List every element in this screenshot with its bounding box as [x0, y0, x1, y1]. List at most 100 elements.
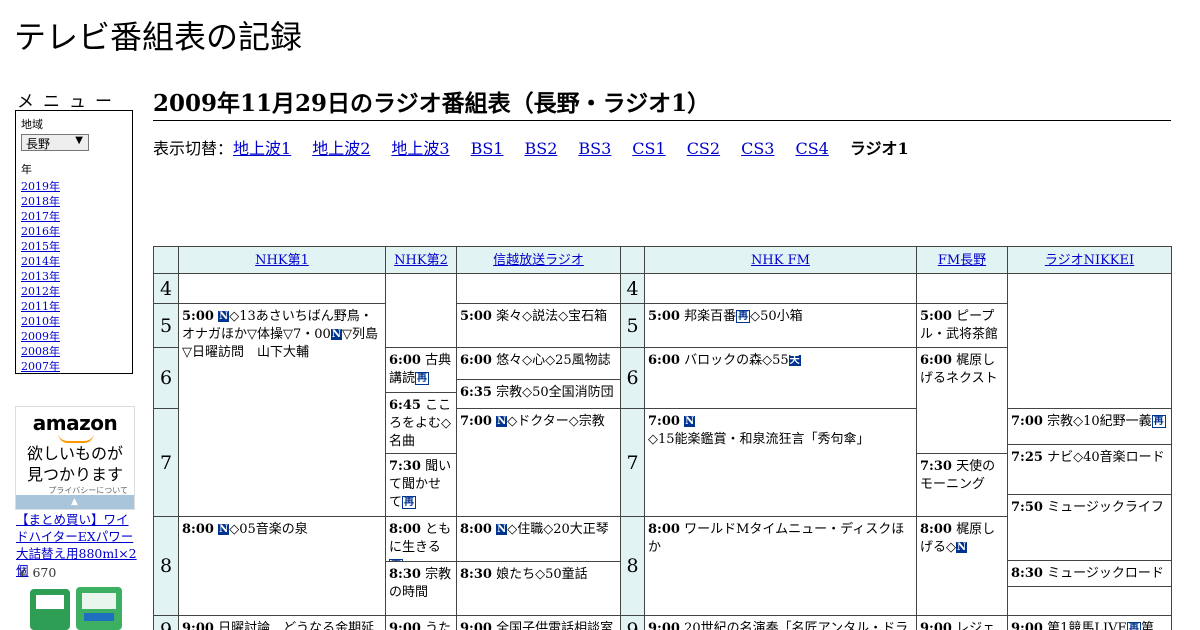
program-cell[interactable]: 7:00 N◇ドクター◇宗教 [456, 408, 621, 517]
year-link[interactable]: 2017年 [21, 210, 60, 223]
news-icon: N [496, 524, 508, 535]
news-icon: N [330, 329, 342, 340]
program-cell[interactable]: 6:00 古典講読再 [385, 347, 457, 393]
year-link[interactable]: 2010年 [21, 315, 60, 328]
year-item: 2016年 [21, 224, 127, 239]
switch-link-bs1[interactable]: BS1 [471, 139, 504, 158]
switch-link-cs1[interactable]: CS1 [632, 139, 665, 158]
program-cell[interactable]: 7:00 宗教◇10紀野一義再 [1007, 408, 1172, 445]
news-icon: N [218, 311, 230, 322]
program-cell[interactable]: 9:00 20世紀の名演奏「名匠アンタル・ドラテ [644, 615, 917, 630]
program-cell[interactable]: 8:00 ワールドMタイムニュー・ディスクほか [644, 516, 917, 616]
hour-label: 6 [153, 347, 179, 409]
year-link[interactable]: 2015年 [21, 240, 60, 253]
switch-link-cs4[interactable]: CS4 [795, 139, 828, 158]
program-title: ◇15能楽鑑賞・和泉流狂言「秀句傘」 [648, 432, 870, 447]
year-link[interactable]: 2012年 [21, 285, 60, 298]
program-cell[interactable]: 7:50 ミュージックライフ [1007, 494, 1172, 561]
hour-label: 4 [620, 273, 645, 304]
channel-link-fmnagano[interactable]: FM長野 [938, 253, 986, 268]
year-link[interactable]: 2018年 [21, 195, 60, 208]
program-cell[interactable]: 7:30 天使のモーニング [916, 453, 1008, 517]
chevron-down-icon: ▼ [75, 135, 83, 146]
weather-icon: 天 [788, 355, 801, 366]
channel-link-sbc[interactable]: 信越放送ラジオ [493, 253, 584, 268]
year-link[interactable]: 2016年 [21, 225, 60, 238]
program-time: 8:00 [920, 522, 952, 537]
program-cell[interactable]: 6:35 宗教◇50全国消防団 [456, 379, 621, 409]
channel-header: NHK第1 [178, 246, 386, 274]
program-title: ミュージックライフ [1047, 500, 1164, 515]
program-cell[interactable]: 8:30 娘たち◇50童話 [456, 561, 621, 616]
program-cell[interactable]: 8:00 N◇05音楽の泉 [178, 516, 386, 616]
program-title: ◇住職◇20大正琴 [507, 522, 609, 537]
menu-title: メニュー [17, 92, 121, 112]
program-title: 宗教◇10紀野一義 [1047, 414, 1152, 429]
amazon-ad[interactable]: amazon 欲しいものが 見つかります プライバシーについて ▲ [15, 406, 135, 510]
program-cell[interactable]: 9:00 第1競馬LIVE再第28： [1007, 615, 1172, 630]
switch-link-bs3[interactable]: BS3 [578, 139, 611, 158]
program-time: 6:00 [648, 353, 680, 368]
program-cell[interactable]: 8:00 ともに生きる再 [385, 516, 457, 562]
channel-header: NHK FM [644, 246, 917, 274]
switch-link-terrestrial2[interactable]: 地上波2 [312, 139, 370, 158]
program-cell[interactable]: 9:00 レジェン [916, 615, 1008, 630]
program-cell[interactable]: 9:00 うた [385, 615, 457, 630]
rerun-icon: 再 [1151, 415, 1166, 428]
program-cell[interactable]: 6:00 梶原しげるネクスト [916, 347, 1008, 454]
product-image[interactable] [24, 585, 128, 630]
program-cell[interactable]: 8:30 ミュージックロード [1007, 560, 1172, 587]
hour-label: 7 [620, 408, 645, 517]
channel-link-nhk1[interactable]: NHK第1 [255, 253, 309, 268]
channel-link-nhk2[interactable]: NHK第2 [394, 253, 448, 268]
switch-current-radio1: ラジオ1 [849, 139, 909, 158]
program-time: 8:30 [460, 567, 492, 582]
program-cell[interactable]: 5:00 楽々◇説法◇宝石箱 [456, 303, 621, 348]
channel-link-radionikkei[interactable]: ラジオNIKKEI [1045, 253, 1134, 268]
program-title: 20世紀の名演奏「名匠アンタル・ドラテ [684, 621, 909, 630]
program-time: 7:25 [1011, 450, 1043, 465]
program-cell[interactable]: 7:25 ナビ◇40音楽ロード [1007, 444, 1172, 495]
switch-link-bs2[interactable]: BS2 [524, 139, 557, 158]
program-cell[interactable]: 8:00 N◇住職◇20大正琴 [456, 516, 621, 562]
program-title: ナビ◇40音楽ロード [1047, 450, 1165, 465]
program-time: 7:00 [1011, 414, 1043, 429]
switch-link-terrestrial1[interactable]: 地上波1 [233, 139, 291, 158]
program-cell[interactable]: 8:00 梶原しげる◇N [916, 516, 1008, 616]
hour-label: 6 [620, 347, 645, 409]
year-link[interactable]: 2007年 [21, 360, 60, 373]
year-label: 年 [21, 163, 32, 176]
region-select[interactable]: 長野 ▼ [21, 134, 89, 151]
program-cell[interactable]: 9:00 日曜討論 どうなる金期延 [178, 615, 386, 630]
program-cell[interactable]: 6:00 悠々◇心◇25風物誌 [456, 347, 621, 380]
program-time: 5:00 [182, 309, 214, 324]
ad-collapse-bar[interactable]: ▲ [16, 495, 134, 509]
program-cell[interactable]: 8:30 宗教の時間 [385, 561, 457, 616]
year-item: 2009年 [21, 329, 127, 344]
amazon-smile-icon [58, 433, 94, 443]
channel-link-nhkfm[interactable]: NHK FM [751, 253, 810, 268]
hour-label: 8 [153, 516, 179, 616]
switch-link-terrestrial3[interactable]: 地上波3 [391, 139, 449, 158]
year-link[interactable]: 2014年 [21, 255, 60, 268]
program-cell[interactable]: 7:30 聞いて聞かせて再 [385, 453, 457, 517]
program-time: 8:30 [1011, 566, 1043, 581]
program-time: 5:00 [920, 309, 952, 324]
program-cell[interactable]: 9:00 全国子供電話相談室 [456, 615, 621, 630]
program-cell[interactable]: 5:00 ピープル・武将茶館 [916, 303, 1008, 348]
year-link[interactable]: 2008年 [21, 345, 60, 358]
program-title: バロックの森◇55 [684, 353, 789, 368]
program-cell[interactable]: 5:00 邦楽百番再 ◇50小箱 [644, 303, 917, 348]
program-cell[interactable]: 6:45 こころをよむ◇名曲 [385, 392, 457, 454]
program-cell[interactable]: 5:00 N◇13あさいちばん野鳥・オナガほか▽体操▽7・00N▽列島▽日曜訪問… [178, 303, 386, 517]
year-link[interactable]: 2019年 [21, 180, 60, 193]
year-link[interactable]: 2011年 [21, 300, 60, 313]
program-cell[interactable]: 6:00 バロックの森◇55天 [644, 347, 917, 409]
year-link[interactable]: 2009年 [21, 330, 60, 343]
program-cell[interactable]: 7:00 N ◇15能楽鑑賞・和泉流狂言「秀句傘」 [644, 408, 917, 517]
hour-label: 4 [153, 273, 179, 304]
year-link[interactable]: 2013年 [21, 270, 60, 283]
switch-link-cs2[interactable]: CS2 [687, 139, 720, 158]
program-time: 9:00 [920, 621, 952, 630]
switch-link-cs3[interactable]: CS3 [741, 139, 774, 158]
